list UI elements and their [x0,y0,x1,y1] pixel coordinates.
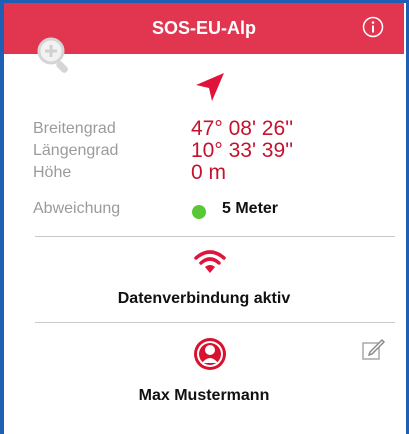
deviation-label: Abweichung [33,200,121,217]
user-name: Max Mustermann [138,387,270,404]
longitude-value: 10° 33' 39'' [191,139,294,162]
zoom-in-icon [37,37,68,73]
longitude-label: Längengrad [33,142,119,159]
user-avatar-icon[interactable] [193,337,227,371]
navigation-arrow-icon [192,69,228,105]
info-button[interactable] [362,16,384,38]
altitude-label: Höhe [33,164,72,181]
deviation-value: 5 Meter [222,200,279,217]
altitude-value: 0 m [191,161,227,184]
wifi-icon [193,249,227,275]
zoom-in-button[interactable] [36,36,76,76]
divider-position [35,236,395,237]
edit-user-button[interactable] [360,336,386,362]
latitude-value: 47° 08' 26'' [191,117,294,140]
window-frame-left [0,0,4,434]
edit-icon [362,338,386,360]
connection-status: Datenverbindung aktiv [117,290,291,307]
latitude-label: Breitengrad [33,120,116,137]
divider-connection [35,322,395,323]
info-icon [362,16,384,38]
deviation-status-dot [192,205,206,219]
